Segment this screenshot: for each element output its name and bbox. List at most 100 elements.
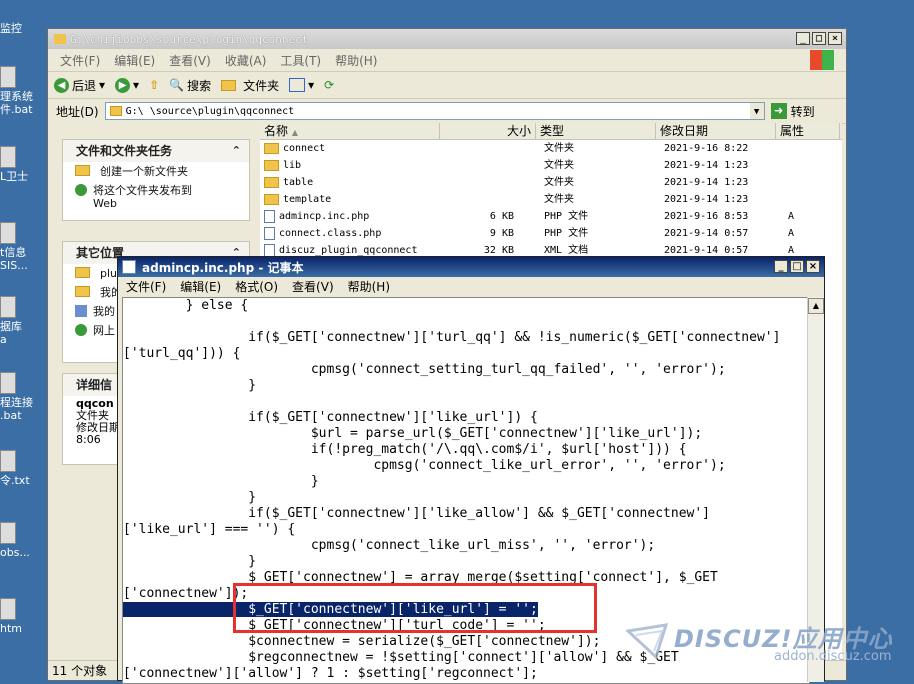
scroll-up-icon[interactable]: ▲ bbox=[808, 298, 824, 314]
column-size[interactable]: 大小 bbox=[440, 123, 536, 139]
close-button[interactable]: × bbox=[806, 260, 820, 273]
menu-file[interactable]: 文件(F) bbox=[126, 278, 166, 295]
maximize-button[interactable]: □ bbox=[790, 260, 804, 273]
folder-icon bbox=[109, 106, 122, 116]
code-line: if($_GET['connectnew']['like_allow'] && … bbox=[123, 506, 710, 521]
file-attr-cell bbox=[776, 174, 840, 191]
code-line: } bbox=[123, 474, 319, 489]
watermark-url: addon.discuz.com bbox=[774, 649, 892, 664]
column-type[interactable]: 类型 bbox=[536, 123, 656, 139]
file-attr-cell bbox=[776, 157, 840, 174]
menu-format[interactable]: 格式(O) bbox=[235, 278, 278, 295]
desktop-icon-2[interactable]: 理系统 件.bat bbox=[0, 66, 46, 116]
go-button[interactable]: ➜ 转到 bbox=[770, 103, 815, 120]
sort-arrow-icon: ▲ bbox=[291, 128, 298, 137]
back-arrow-icon: ◀ bbox=[54, 77, 69, 93]
status-text: 11 个对象 bbox=[52, 664, 108, 678]
back-button[interactable]: ◀ 后退 ▾ bbox=[54, 77, 105, 94]
file-row[interactable]: template 文件夹 2021-9-14 1:23 bbox=[260, 191, 842, 208]
explorer-title-bar[interactable]: G:\chijiobbs\source\plugin\qqconnect _ □… bbox=[48, 29, 846, 49]
desktop-icon-1[interactable]: 监控 bbox=[0, 22, 46, 35]
file-size-cell: 6 KB bbox=[489, 211, 514, 222]
file-date-cell: 2021-9-16 8:53 bbox=[664, 211, 749, 222]
menu-favorites[interactable]: 收藏(A) bbox=[225, 52, 267, 69]
file-tasks-header[interactable]: 文件和文件夹任务 ⌃ bbox=[63, 140, 249, 162]
search-icon: 🔍 bbox=[169, 78, 185, 92]
file-name-cell: connect.class.php bbox=[260, 225, 440, 242]
maximize-button[interactable]: □ bbox=[812, 32, 826, 45]
network-icon bbox=[75, 324, 87, 336]
text-file-icon bbox=[0, 450, 16, 472]
menu-help[interactable]: 帮助(H) bbox=[348, 278, 390, 295]
notepad-title-bar[interactable]: admincp.inc.php - 记事本 _ □ × bbox=[118, 257, 824, 277]
code-line: } bbox=[123, 490, 257, 505]
go-arrow-icon: ➜ bbox=[770, 103, 787, 119]
file-attr-cell: A bbox=[788, 228, 795, 239]
desktop-icon-8[interactable]: obs... bbox=[0, 522, 46, 559]
sync-button[interactable]: ⟳ bbox=[324, 78, 334, 92]
database-icon bbox=[0, 296, 16, 318]
desktop-icon-9[interactable]: htm bbox=[0, 598, 46, 635]
code-line: $url = parse_url($_GET['connectnew']['li… bbox=[123, 426, 703, 441]
menu-file[interactable]: 文件(F) bbox=[60, 52, 100, 69]
address-input[interactable]: G:\ \source\plugin\qqconnect ▼ bbox=[104, 102, 765, 120]
up-folder-button[interactable]: ⇧ bbox=[149, 78, 159, 92]
file-attr-cell bbox=[776, 140, 840, 157]
file-row[interactable]: table 文件夹 2021-9-14 1:23 bbox=[260, 174, 842, 191]
file-size-cell bbox=[440, 140, 536, 157]
menu-edit[interactable]: 编辑(E) bbox=[114, 52, 155, 69]
code-line: if($_GET['connectnew']['like_url']) { bbox=[123, 410, 538, 425]
code-line: } bbox=[123, 378, 257, 393]
desktop-icon-3[interactable]: L卫士 bbox=[0, 146, 46, 183]
desktop-icon-7[interactable]: 令.txt bbox=[0, 450, 46, 487]
minimize-button[interactable]: _ bbox=[774, 260, 788, 273]
search-button[interactable]: 🔍 搜索 bbox=[169, 77, 211, 94]
code-line: if($_GET['connectnew']['turl_qq'] && !is… bbox=[123, 330, 781, 345]
app-icon bbox=[0, 522, 16, 544]
file-date-cell: 2021-9-14 1:23 bbox=[664, 177, 749, 188]
folders-button[interactable]: 文件夹 bbox=[221, 77, 279, 94]
desktop-icon-6[interactable]: 程连接 .bat bbox=[0, 372, 46, 422]
file-date-cell: 2021-9-16 8:22 bbox=[664, 143, 749, 154]
column-modified[interactable]: 修改日期 bbox=[656, 123, 776, 139]
explorer-toolbar: ◀ 后退 ▾ ▶ ▾ ⇧ 🔍 搜索 文件夹 ▾ ⟳ bbox=[48, 72, 846, 99]
file-size-cell bbox=[440, 174, 536, 191]
views-button[interactable]: ▾ bbox=[289, 78, 314, 92]
menu-edit[interactable]: 编辑(E) bbox=[180, 278, 221, 295]
file-row[interactable]: connect 文件夹 2021-9-16 8:22 bbox=[260, 140, 842, 157]
file-type-cell: 文件夹 bbox=[544, 160, 574, 171]
file-rows: connect 文件夹 2021-9-16 8:22 lib 文件夹 2021-9-14 … bbox=[260, 140, 842, 259]
file-date-cell: 2021-9-14 1:23 bbox=[664, 160, 749, 171]
file-row[interactable]: admincp.inc.php 6 KB PHP 文件 2021-9-16 8:53 A bbox=[260, 208, 842, 225]
collapse-icon: ⌃ bbox=[231, 144, 241, 157]
file-attr-cell: A bbox=[788, 211, 795, 222]
code-line: if(!preg_match('/\.qq\.com$/i', $url['ho… bbox=[123, 442, 687, 457]
globe-icon bbox=[75, 184, 87, 196]
sync-icon: ⟳ bbox=[324, 78, 335, 92]
column-name[interactable]: 名称 ▲ bbox=[260, 123, 440, 139]
desktop-icon-5[interactable]: 据库 a bbox=[0, 296, 46, 346]
file-row[interactable]: connect.class.php 9 KB PHP 文件 2021-9-14 0:5… bbox=[260, 225, 842, 242]
file-type-cell: 文件夹 bbox=[544, 143, 574, 154]
forward-button[interactable]: ▶ ▾ bbox=[115, 77, 139, 93]
desktop-icon-4[interactable]: t信息 SIS... bbox=[0, 222, 46, 272]
code-line: cpmsg('connect_setting_turl_qq_failed', … bbox=[123, 362, 726, 377]
minimize-button[interactable]: _ bbox=[796, 32, 810, 45]
menu-view[interactable]: 查看(V) bbox=[292, 278, 334, 295]
explorer-menu-bar: 文件(F) 编辑(E) 查看(V) 收藏(A) 工具(T) 帮助(H) bbox=[48, 49, 846, 72]
file-row[interactable]: lib 文件夹 2021-9-14 1:23 bbox=[260, 157, 842, 174]
new-folder-task[interactable]: 创建一个新文件夹 bbox=[63, 162, 249, 181]
dropdown-arrow-icon[interactable]: ▼ bbox=[749, 103, 764, 119]
menu-tools[interactable]: 工具(T) bbox=[280, 52, 321, 69]
discuz-logo-icon bbox=[626, 623, 669, 660]
menu-view[interactable]: 查看(V) bbox=[169, 52, 211, 69]
documents-icon bbox=[75, 286, 90, 297]
code-line: cpmsg('connect_like_url_error', '', 'err… bbox=[123, 458, 726, 473]
file-icon bbox=[264, 243, 275, 257]
file-icon bbox=[264, 226, 275, 240]
publish-web-task[interactable]: 将这个文件夹发布到 Web bbox=[63, 181, 249, 213]
close-button[interactable]: × bbox=[828, 32, 842, 45]
menu-help[interactable]: 帮助(H) bbox=[335, 52, 377, 69]
column-attributes[interactable]: 属性 bbox=[776, 123, 840, 139]
